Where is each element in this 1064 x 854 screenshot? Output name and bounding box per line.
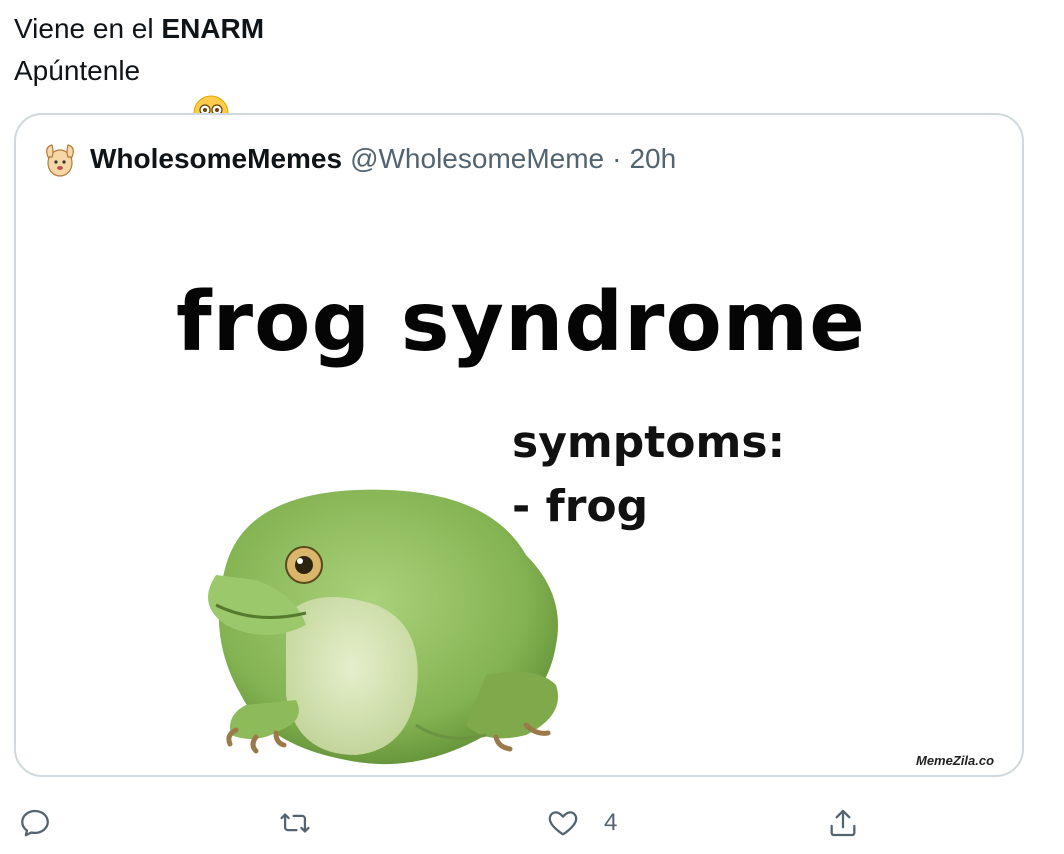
reply-button[interactable] bbox=[18, 806, 52, 840]
tweet-text: Viene en el ENARM Apúntenle bbox=[14, 8, 264, 131]
like-count: 4 bbox=[604, 809, 618, 836]
tweet-line-1: Viene en el ENARM bbox=[14, 8, 264, 50]
share-icon bbox=[830, 809, 856, 837]
tweet-actions-bar: 4 bbox=[0, 796, 1064, 854]
meme-image[interactable]: frog syndrome symptoms: - frog MemeZila.… bbox=[16, 195, 1022, 775]
tweet-bold-word: ENARM bbox=[161, 13, 265, 44]
meme-title: frog syndrome bbox=[176, 275, 866, 370]
quoted-tweet-card[interactable]: WholesomeMemes @WholesomeMeme · 20h frog… bbox=[14, 113, 1024, 777]
avatar[interactable] bbox=[40, 139, 80, 179]
heart-icon bbox=[548, 811, 578, 836]
quoted-tweet-time[interactable]: 20h bbox=[629, 143, 676, 175]
quoted-author-handle[interactable]: @WholesomeMeme bbox=[350, 143, 604, 175]
tweet-line-1-text: Viene en el bbox=[14, 13, 162, 44]
tweet-line-2: Apúntenle bbox=[14, 50, 264, 131]
reply-icon bbox=[21, 809, 49, 837]
quoted-tweet-header: WholesomeMemes @WholesomeMeme · 20h bbox=[40, 137, 676, 181]
meme-watermark: MemeZila.co bbox=[916, 753, 995, 768]
quoted-author-name[interactable]: WholesomeMemes bbox=[90, 143, 342, 175]
dot-separator: · bbox=[612, 143, 622, 174]
share-button[interactable] bbox=[826, 806, 860, 840]
frog-illustration bbox=[208, 489, 558, 765]
flushed-face-emoji-icon bbox=[146, 53, 229, 131]
like-button[interactable]: 4 bbox=[546, 806, 617, 840]
retweet-icon bbox=[280, 813, 310, 833]
retweet-button[interactable] bbox=[278, 806, 312, 840]
meme-symptoms-label: symptoms: bbox=[512, 417, 786, 468]
tweet-line-2-text: Apúntenle bbox=[14, 55, 141, 86]
